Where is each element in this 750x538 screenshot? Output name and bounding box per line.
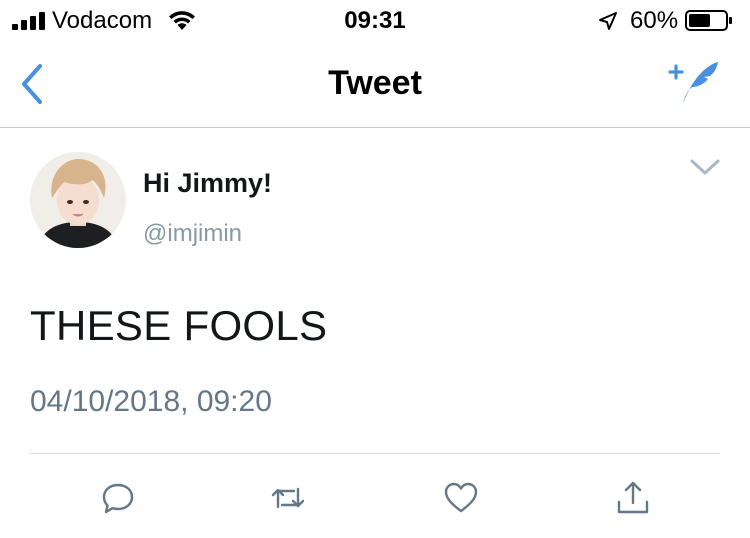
chevron-down-icon[interactable] <box>688 155 722 179</box>
tweet-text: THESE FOOLS <box>30 302 328 349</box>
display-name[interactable]: Hi Jimmy! <box>143 168 272 199</box>
page-title: Tweet <box>328 64 422 102</box>
status-bar: Vodacom 09:31 60% <box>0 0 750 42</box>
retweet-icon[interactable] <box>270 480 306 516</box>
divider <box>30 453 720 454</box>
nav-bar: Tweet <box>0 42 750 128</box>
battery-icon <box>685 10 732 31</box>
reply-icon[interactable] <box>100 480 136 516</box>
user-handle[interactable]: @imjimin <box>143 220 242 248</box>
location-arrow-icon <box>599 12 617 30</box>
tweet-timestamp: 04/10/2018, 09:20 <box>30 385 272 418</box>
profile-photo <box>30 152 126 248</box>
like-icon[interactable] <box>443 480 479 516</box>
battery-percentage: 60% <box>630 7 679 34</box>
share-icon[interactable] <box>615 480 651 516</box>
avatar[interactable] <box>30 152 126 248</box>
compose-tweet-button[interactable] <box>668 60 720 106</box>
